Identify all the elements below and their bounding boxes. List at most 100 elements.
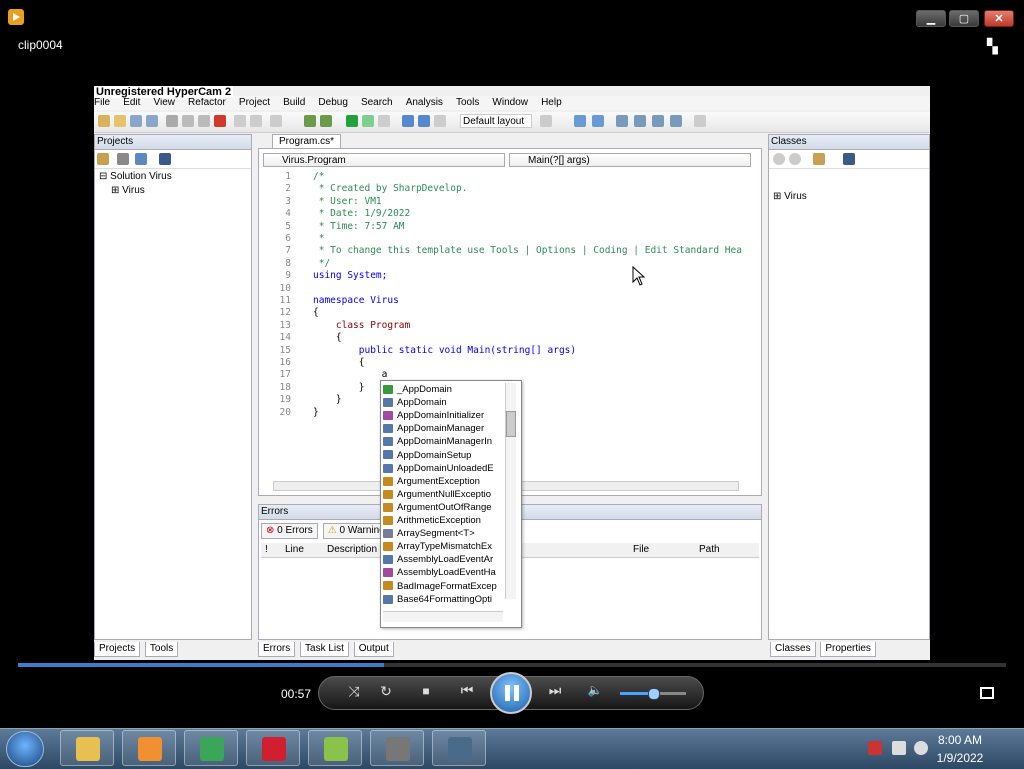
code-line[interactable]: * To change this template use Tools | Op… [313, 245, 742, 257]
network-icon[interactable] [892, 741, 906, 755]
autocomplete-item[interactable]: AssemblyLoadEventHa [383, 566, 499, 579]
minimize-button[interactable]: ▁ [916, 10, 946, 27]
autocomplete-item[interactable]: AppDomainSetup [383, 449, 499, 462]
code-line[interactable]: } [313, 382, 365, 394]
autocomplete-item[interactable]: AppDomainManagerIn [383, 435, 499, 448]
project-properties-icon[interactable] [97, 153, 109, 165]
volume-icon[interactable]: 🔈 [586, 683, 604, 697]
close-button[interactable]: ✕ [984, 10, 1014, 27]
redo-icon [250, 115, 262, 127]
tree-solution[interactable]: ⊟ Solution Virus [99, 171, 172, 182]
clock-date[interactable]: 1/9/2022 [930, 751, 990, 765]
speaker-icon[interactable] [914, 741, 928, 755]
autocomplete-item[interactable]: ArgumentOutOfRange [383, 501, 499, 514]
col-file[interactable]: File [633, 543, 649, 557]
classes-tree-virus[interactable]: ⊞ Virus [773, 191, 807, 202]
autocomplete-item[interactable]: _AppDomain [383, 383, 499, 396]
layout-select[interactable]: Default layout [460, 114, 532, 128]
autocomplete-hscrollbar[interactable] [383, 611, 503, 622]
autocomplete-item-label: _AppDomain [397, 384, 452, 395]
code-line[interactable]: using System; [313, 270, 387, 282]
taskbar-app-2[interactable] [184, 730, 238, 766]
code-line[interactable]: /* [313, 171, 324, 183]
code-line[interactable]: * Date: 1/9/2022 [313, 208, 411, 220]
title-bar[interactable]: ▁ ▢ ✕ [0, 0, 1024, 32]
pause-button[interactable] [490, 672, 532, 714]
tab-classes[interactable]: Classes [770, 642, 816, 657]
tab-errors[interactable]: Errors [258, 642, 296, 657]
video-frame[interactable]: File Edit View Refactor Project Build De… [94, 86, 930, 660]
autocomplete-item[interactable]: AppDomainInitializer [383, 409, 499, 422]
code-line[interactable]: { [313, 332, 342, 344]
member-combo[interactable]: Main(?[] args) [509, 153, 751, 167]
forward-nav-icon[interactable] [789, 153, 801, 165]
show-all-files-icon[interactable] [135, 153, 147, 165]
taskbar-app-4[interactable] [308, 730, 362, 766]
fullscreen-icon[interactable] [980, 687, 994, 699]
taskbar-app-3[interactable] [246, 730, 300, 766]
back-nav-icon[interactable] [773, 153, 785, 165]
code-line[interactable]: } [313, 394, 342, 406]
code-line[interactable]: */ [313, 258, 330, 270]
autocomplete-item[interactable]: ArraySegment<T> [383, 527, 499, 540]
tree-project[interactable]: ⊞ Virus [111, 185, 145, 196]
autocomplete-popup[interactable]: _AppDomain AppDomain AppDomainInitializer A… [380, 380, 522, 628]
code-line[interactable]: a [313, 369, 388, 381]
start-button[interactable] [6, 731, 44, 767]
code-line[interactable]: public static void Main(string[] args) [313, 345, 576, 357]
col-path[interactable]: Path [699, 543, 720, 557]
previous-icon[interactable]: ⏮ [452, 682, 482, 699]
autocomplete-item[interactable]: AppDomainUnloadedE [383, 462, 499, 475]
classes-pane-header: Classes [769, 135, 929, 150]
refresh-classes-icon[interactable] [843, 153, 855, 165]
document-tab[interactable]: Program.cs* [272, 134, 342, 149]
autocomplete-item[interactable]: AppDomain [383, 396, 499, 409]
autocomplete-item[interactable]: Base64FormattingOpti [383, 593, 499, 606]
maximize-button[interactable]: ▢ [949, 10, 979, 27]
taskbar-app-5[interactable] [370, 730, 424, 766]
code-line[interactable]: * Time: 7:57 AM [313, 221, 405, 233]
col-severity[interactable]: ! [265, 543, 268, 557]
tab-output[interactable]: Output [353, 642, 394, 657]
autocomplete-item[interactable]: BadImageFormatExcep [383, 580, 499, 593]
taskbar-app-6[interactable] [432, 730, 486, 766]
stop-icon[interactable]: ■ [416, 684, 436, 698]
tab-properties[interactable]: Properties [820, 642, 876, 657]
next-icon[interactable]: ⏭ [540, 682, 570, 699]
collapse-all-icon[interactable] [117, 153, 129, 165]
col-description[interactable]: Description [327, 543, 377, 557]
autocomplete-item[interactable]: ArithmeticException [383, 514, 499, 527]
shuffle-icon[interactable]: ⤨ [344, 683, 364, 700]
col-line[interactable]: Line [285, 543, 304, 557]
refresh-icon[interactable] [159, 153, 171, 165]
taskbar-app-0[interactable] [60, 730, 114, 766]
taskbar-app-1[interactable] [122, 730, 176, 766]
tab-task-list[interactable]: Task List [300, 642, 349, 657]
autocomplete-item[interactable]: ArgumentNullExceptio [383, 488, 499, 501]
autocomplete-item[interactable]: ArgumentException [383, 475, 499, 488]
code-line[interactable]: * [313, 233, 325, 245]
code-line[interactable]: { [313, 357, 365, 369]
code-line[interactable]: } [313, 407, 319, 419]
filter-icon[interactable] [813, 153, 825, 165]
code-line[interactable]: namespace Virus [313, 295, 399, 307]
autocomplete-item-label: BadImageFormatExcep [397, 580, 497, 592]
tab-projects[interactable]: Projects [94, 642, 141, 657]
code-line[interactable]: * User: VM1 [313, 196, 382, 208]
volume-knob[interactable] [648, 688, 660, 700]
action-center-icon[interactable] [868, 741, 882, 755]
repeat-icon[interactable]: ↻ [376, 683, 396, 700]
code-line[interactable]: { [313, 307, 319, 319]
save-all-icon [146, 115, 158, 127]
clock-time[interactable]: 8:00 AM [930, 733, 990, 747]
errors-filter-button[interactable]: ⊗ 0 Errors [261, 523, 318, 539]
autocomplete-item[interactable]: ArrayTypeMismatchEx [383, 540, 499, 553]
code-line[interactable]: * Created by SharpDevelop. [313, 183, 468, 195]
tab-tools[interactable]: Tools [144, 642, 179, 657]
autocomplete-item[interactable]: AppDomainManager [383, 422, 499, 435]
class-combo[interactable]: Virus.Program [263, 153, 505, 167]
autocomplete-scroll-thumb[interactable] [506, 411, 516, 437]
switch-to-library-icon[interactable]: ▚ [987, 38, 1005, 54]
autocomplete-item[interactable]: AssemblyLoadEventAr [383, 553, 499, 566]
code-line[interactable]: class Program [313, 320, 410, 332]
